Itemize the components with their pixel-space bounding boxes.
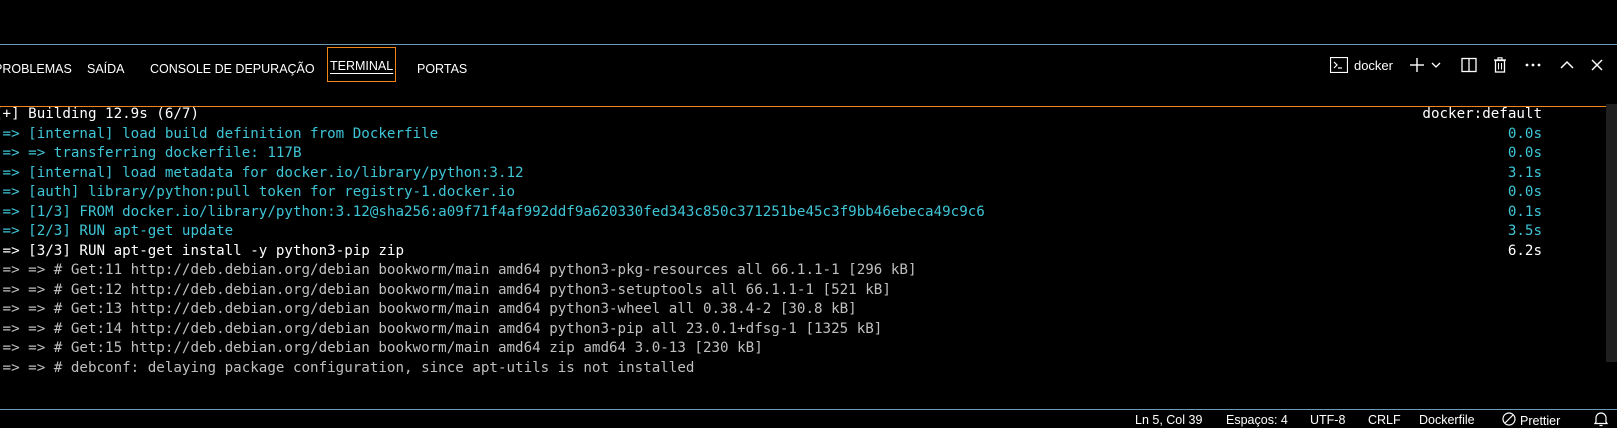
terminal-line-text: => => # Get:11 http://deb.debian.org/deb… [0, 262, 917, 278]
terminal-selector[interactable]: docker [1329, 53, 1393, 77]
terminal-output[interactable]: [+] Building 12.9s (6/7) docker:default =… [0, 105, 1600, 409]
prettier-status[interactable]: Prettier [1502, 412, 1560, 428]
notifications-button[interactable] [1593, 411, 1609, 428]
terminal-line-duration: 6.2s [1507, 242, 1542, 259]
encoding-setting[interactable]: UTF-8 [1310, 412, 1345, 428]
prettier-label: Prettier [1520, 414, 1561, 428]
prettier-check-icon [1502, 412, 1516, 428]
split-icon [1461, 57, 1477, 73]
terminal-line-text: => => transferring dockerfile: 117B [0, 145, 302, 161]
tab-debug-console[interactable]: CONSOLE DE DEPURAÇÃO [150, 59, 315, 83]
editor-area [0, 0, 1617, 45]
close-panel-button[interactable] [1585, 53, 1609, 77]
terminal-line: => [3/3] RUN apt-get install -y python3-… [0, 242, 1542, 261]
terminal-line-duration: 3.5s [1507, 223, 1542, 239]
terminal-line-text: => [internal] load build definition from… [0, 125, 439, 142]
terminal-line-text: => [3/3] RUN apt-get install -y python3-… [0, 242, 404, 259]
panel-tab-bar: PROBLEMAS SAÍDA CONSOLE DE DEPURAÇÃO TER… [0, 45, 1617, 107]
vscode-window: PROBLEMAS SAÍDA CONSOLE DE DEPURAÇÃO TER… [0, 0, 1617, 428]
cursor-position[interactable]: Ln 5, Col 39 [1135, 412, 1202, 428]
tab-problems[interactable]: PROBLEMAS [0, 59, 72, 83]
terminal-line-text: => => # Get:13 http://deb.debian.org/deb… [0, 301, 857, 317]
terminal-line: => [internal] load metadata for docker.i… [0, 164, 1542, 183]
terminal-name: docker [1353, 57, 1393, 73]
plus-icon [1409, 57, 1425, 73]
trash-icon [1493, 57, 1507, 73]
bottom-panel: PROBLEMAS SAÍDA CONSOLE DE DEPURAÇÃO TER… [0, 45, 1617, 409]
terminal-line: => [2/3] RUN apt-get update 3.5s [0, 222, 1542, 241]
terminal-line-text: => => # debconf: delaying package config… [0, 359, 695, 376]
terminal-line-duration: 3.1s [1507, 164, 1542, 181]
status-bar: Ln 5, Col 39 Espaços: 4 UTF-8 CRLF Docke… [0, 409, 1617, 428]
bell-icon [1593, 412, 1609, 428]
terminal-line-text: => [internal] load metadata for docker.i… [0, 164, 524, 181]
tab-terminal[interactable]: TERMINAL [327, 47, 397, 82]
terminal-line-text: => => # Get:12 http://deb.debian.org/deb… [0, 281, 891, 298]
terminal-line-text: => => # Get:14 http://deb.debian.org/deb… [0, 320, 883, 337]
terminal-line: => => transferring dockerfile: 117B 0.0s [0, 144, 1542, 163]
new-terminal-button[interactable] [1405, 53, 1429, 77]
tab-label: TERMINAL [330, 59, 394, 73]
terminal-line-duration: 0.0s [1507, 125, 1542, 142]
terminal-dropdown-button[interactable] [1429, 53, 1443, 77]
terminal-line: => [1/3] FROM docker.io/library/python:3… [0, 203, 1542, 222]
eol-setting[interactable]: CRLF [1368, 412, 1401, 428]
maximize-panel-button[interactable] [1555, 53, 1579, 77]
terminal-line-text: [+] Building 12.9s (6/7) [0, 106, 199, 122]
panel-actions: docker [1323, 53, 1609, 77]
terminal-line: => => # debconf: delaying package config… [0, 359, 1542, 378]
chevron-up-icon [1560, 60, 1574, 70]
language-mode[interactable]: Dockerfile [1419, 412, 1475, 428]
tab-label: SAÍDA [87, 62, 125, 76]
terminal-icon [1329, 57, 1348, 73]
terminal-line: => => # Get:14 http://deb.debian.org/deb… [0, 320, 1542, 339]
tab-label: CONSOLE DE DEPURAÇÃO [150, 62, 315, 76]
terminal-line-duration: 0.0s [1507, 145, 1542, 161]
terminal-scrollbar[interactable] [1606, 104, 1617, 362]
split-terminal-button[interactable] [1457, 53, 1481, 77]
terminal-line: => => # Get:12 http://deb.debian.org/deb… [0, 281, 1542, 300]
terminal-line-text: => => # Get:15 http://deb.debian.org/deb… [0, 340, 763, 356]
terminal-line-text: => [1/3] FROM docker.io/library/python:3… [0, 203, 985, 220]
terminal-line-text: => [auth] library/python:pull token for … [0, 184, 516, 200]
terminal-line-duration: 0.1s [1507, 203, 1542, 220]
indentation-setting[interactable]: Espaços: 4 [1226, 412, 1288, 428]
tab-ports[interactable]: PORTAS [417, 59, 467, 83]
tab-label: PROBLEMAS [0, 62, 72, 76]
terminal-line-duration: docker:default [1422, 106, 1542, 122]
terminal-line-text: => [2/3] RUN apt-get update [0, 223, 234, 239]
tab-label: PORTAS [417, 62, 468, 76]
ellipsis-icon [1525, 63, 1541, 67]
more-actions-button[interactable] [1521, 53, 1545, 77]
terminal-line: => [internal] load build definition from… [0, 125, 1542, 144]
terminal-line-duration: 0.0s [1507, 184, 1542, 200]
terminal-line: => => # Get:11 http://deb.debian.org/deb… [0, 261, 1542, 280]
chevron-down-icon [1430, 59, 1442, 71]
terminal-line: => => # Get:13 http://deb.debian.org/deb… [0, 300, 1542, 319]
terminal-line: => => # Get:15 http://deb.debian.org/deb… [0, 339, 1542, 358]
terminal-line: [+] Building 12.9s (6/7) docker:default [0, 105, 1542, 124]
terminal-line: => [auth] library/python:pull token for … [0, 183, 1542, 202]
close-icon [1591, 59, 1603, 71]
kill-terminal-button[interactable] [1488, 53, 1512, 77]
tab-output[interactable]: SAÍDA [87, 59, 125, 83]
